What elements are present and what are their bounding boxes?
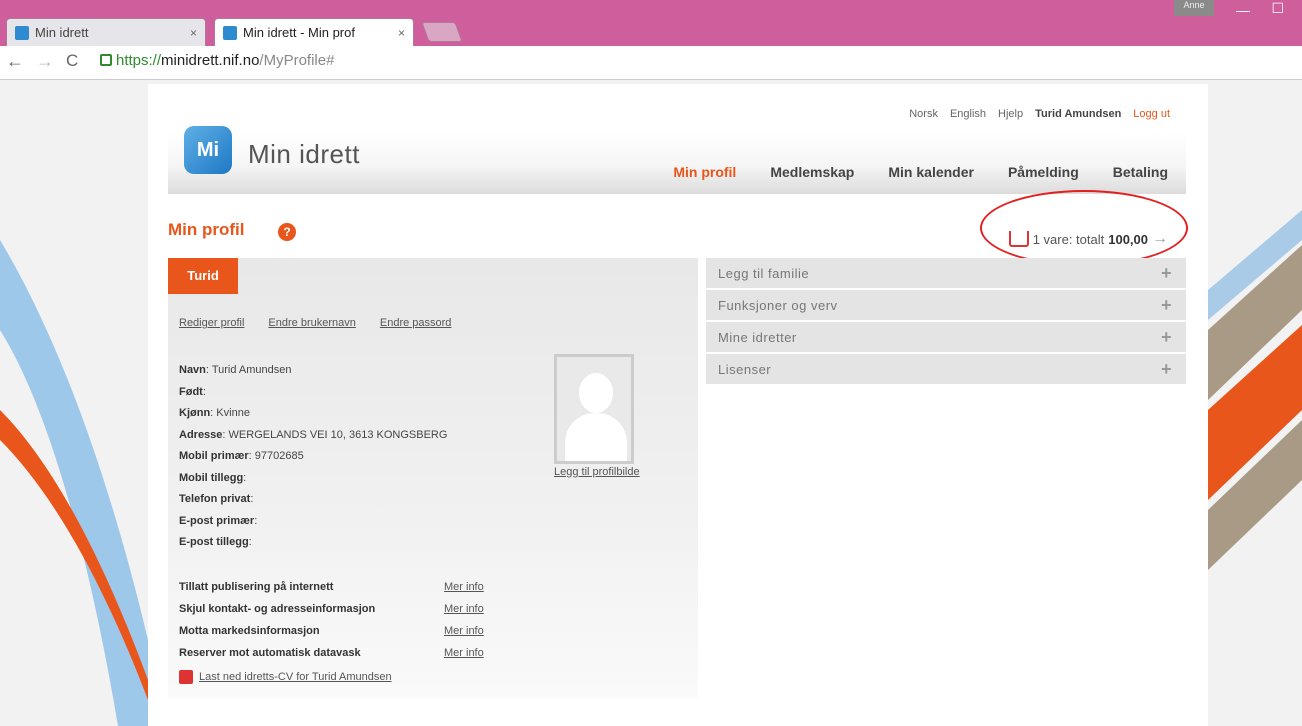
more-info-link[interactable]: Mer info	[444, 620, 484, 642]
minimize-icon[interactable]: —	[1236, 2, 1250, 22]
accordion-label: Lisenser	[718, 361, 772, 377]
nav-min-kalender[interactable]: Min kalender	[888, 164, 974, 180]
nav-pamelding[interactable]: Påmelding	[1008, 164, 1079, 180]
page-container: Norsk English Hjelp Turid Amundsen Logg …	[148, 84, 1208, 726]
red-circle-annotation	[980, 190, 1188, 266]
logo-text[interactable]: Min idrett	[248, 139, 360, 170]
page-title: Min profil	[168, 220, 245, 239]
cv-link-text: Last ned idretts-CV for Turid Amundsen	[199, 671, 392, 683]
right-decoration	[1208, 210, 1302, 570]
lock-icon	[100, 54, 112, 66]
profile-info: Navn: Turid Amundsen Født: Kjønn: Kvinne…	[179, 360, 447, 554]
nav-betaling[interactable]: Betaling	[1113, 164, 1168, 180]
pdf-icon	[179, 670, 193, 684]
site-favicon-icon	[15, 25, 29, 40]
left-decoration	[0, 240, 148, 726]
change-username-link[interactable]: Endre brukernavn	[268, 317, 355, 329]
field-address: Adresse: WERGELANDS VEI 10, 3613 KONGSBE…	[179, 428, 448, 441]
lang-english-link[interactable]: English	[950, 108, 986, 120]
browser-toolbar: ← → C https://minidrett.nif.no/MyProfile…	[0, 46, 1302, 80]
avatar-head-icon	[579, 373, 613, 413]
address-bar[interactable]: https://minidrett.nif.no/MyProfile#	[100, 52, 334, 69]
browser-tab-1[interactable]: Min idrett ×	[6, 18, 206, 46]
accordion-label: Mine idretter	[718, 329, 797, 345]
url-host: minidrett.nif.no	[161, 52, 260, 69]
nav-medlemskap[interactable]: Medlemskap	[770, 164, 854, 180]
setting-label: Tillatt publisering på internett	[179, 581, 334, 593]
more-info-links: Mer info Mer info Mer info Mer info	[444, 576, 484, 664]
top-links: Norsk English Hjelp Turid Amundsen Logg …	[909, 108, 1170, 120]
download-cv-link[interactable]: Last ned idretts-CV for Turid Amundsen	[179, 670, 392, 684]
expand-plus-icon[interactable]: +	[1161, 327, 1172, 348]
user-badge[interactable]: Anne	[1174, 0, 1214, 16]
edit-profile-link[interactable]: Rediger profil	[179, 317, 244, 329]
help-icon[interactable]: ?	[278, 223, 296, 241]
close-tab-icon[interactable]: ×	[398, 26, 405, 40]
new-tab-button[interactable]	[421, 22, 463, 42]
accordion-add-family[interactable]: Legg til familie +	[706, 258, 1186, 288]
logo-icon[interactable]: Mi	[184, 126, 232, 174]
avatar-body-icon	[565, 413, 627, 461]
nav-min-profil[interactable]: Min profil	[673, 164, 736, 180]
field-email-primary: E-post primær:	[179, 514, 258, 527]
expand-plus-icon[interactable]: +	[1161, 295, 1172, 316]
browser-tab-2[interactable]: Min idrett - Min prof ×	[214, 18, 414, 46]
expand-plus-icon[interactable]: +	[1161, 263, 1172, 284]
accordion-licenses[interactable]: Lisenser +	[706, 354, 1186, 384]
forward-icon[interactable]: →	[36, 51, 54, 72]
browser-titlebar: Min idrett × Min idrett - Min prof × Ann…	[0, 0, 1302, 46]
accordion-sports[interactable]: Mine idretter +	[706, 322, 1186, 352]
add-profile-photo-link[interactable]: Legg til profilbilde	[554, 466, 640, 478]
setting-label: Skjul kontakt- og adresseinformasjon	[179, 603, 376, 615]
tab-title: Min idrett	[35, 25, 89, 40]
reload-icon[interactable]: C	[66, 51, 78, 71]
privacy-settings: Tillatt publisering på internett Skjul k…	[179, 576, 375, 664]
avatar[interactable]	[554, 354, 634, 464]
change-password-link[interactable]: Endre passord	[380, 317, 452, 329]
accordion-label: Funksjoner og verv	[718, 297, 838, 313]
user-name[interactable]: Turid Amundsen	[1035, 108, 1121, 120]
field-phone-private: Telefon privat:	[179, 493, 254, 505]
back-icon[interactable]: ←	[6, 51, 24, 72]
profile-actions: Rediger profil Endre brukernavn Endre pa…	[179, 317, 451, 329]
setting-label: Motta markedsinformasjon	[179, 625, 320, 637]
expand-plus-icon[interactable]: +	[1161, 359, 1172, 380]
profile-accordion: Legg til familie + Funksjoner og verv + …	[706, 258, 1186, 386]
maximize-icon[interactable]: ☐	[1271, 0, 1284, 20]
field-mobile-primary: Mobil primær: 97702685	[179, 450, 304, 462]
main-nav: Min profil Medlemskap Min kalender Påmel…	[673, 164, 1168, 180]
accordion-roles[interactable]: Funksjoner og verv +	[706, 290, 1186, 320]
more-info-link[interactable]: Mer info	[444, 576, 484, 598]
url-scheme: https://	[116, 52, 162, 69]
field-born: Født:	[179, 385, 206, 398]
logout-link[interactable]: Logg ut	[1133, 108, 1170, 120]
accordion-label: Legg til familie	[718, 265, 810, 281]
more-info-link[interactable]: Mer info	[444, 598, 484, 620]
more-info-link[interactable]: Mer info	[444, 642, 484, 664]
field-mobile-extra: Mobil tillegg:	[179, 471, 247, 484]
close-tab-icon[interactable]: ×	[190, 26, 197, 40]
setting-label: Reserver mot automatisk datavask	[179, 647, 361, 659]
lang-norsk-link[interactable]: Norsk	[909, 108, 938, 120]
field-name: Navn: Turid Amundsen	[179, 364, 292, 376]
profile-tab[interactable]: Turid	[168, 258, 238, 294]
site-favicon-icon	[223, 25, 237, 40]
field-email-extra: E-post tillegg:	[179, 536, 252, 548]
url-path: /MyProfile#	[259, 52, 335, 69]
field-gender: Kjønn: Kvinne	[179, 407, 250, 419]
help-link[interactable]: Hjelp	[998, 108, 1023, 120]
tab-title: Min idrett - Min prof	[243, 25, 355, 40]
